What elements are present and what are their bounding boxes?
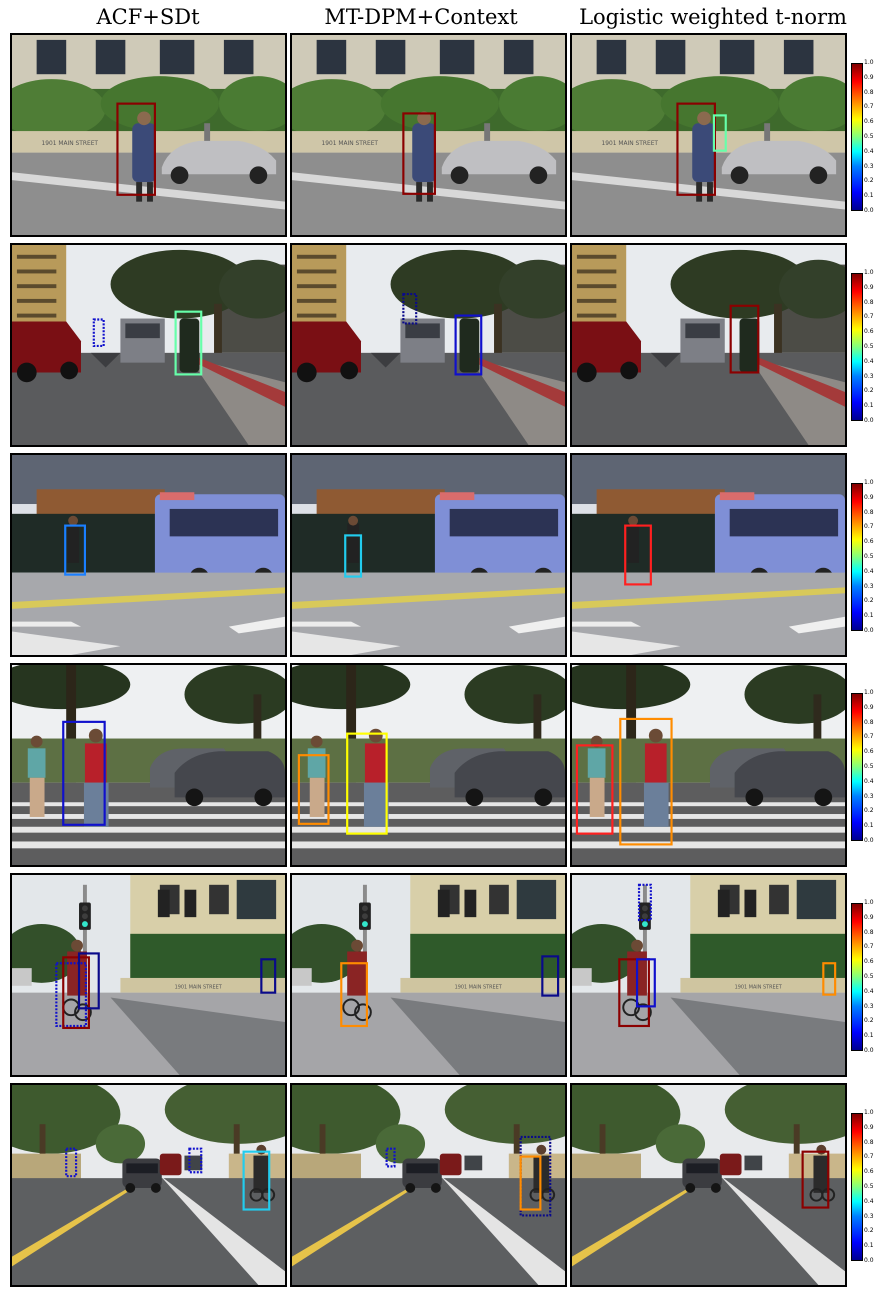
svg-text:1901 MAIN STREET: 1901 MAIN STREET (175, 985, 223, 991)
colorbar-tick: 0.6 (864, 958, 874, 966)
svg-text:1901 MAIN STREET: 1901 MAIN STREET (42, 141, 99, 147)
colorbar-tick: 0.0 (864, 837, 874, 844)
colorbar-tick: 1.0 (864, 59, 874, 66)
colorbar-tick: 0.4 (864, 987, 874, 995)
colorbar-tick: 0.3 (864, 1002, 874, 1010)
detection-frame: 1901 MAIN STREET (570, 33, 847, 237)
column-header: MT-DPM+Context (324, 5, 518, 29)
detection-frame (10, 453, 287, 657)
score-colorbar (851, 63, 863, 211)
colorbar-tick: 0.3 (864, 582, 874, 590)
colorbar-tick: 0.4 (864, 567, 874, 575)
detection-frame (290, 453, 567, 657)
colorbar-tick: 0.1 (864, 402, 874, 410)
colorbar-tick: 0.7 (864, 103, 874, 111)
detection-frame (10, 243, 287, 447)
colorbar-tick: 0.6 (864, 328, 874, 336)
colorbar-tick: 1.0 (864, 689, 874, 696)
colorbar-tick: 0.6 (864, 118, 874, 126)
colorbar-tick: 0.1 (864, 612, 874, 620)
colorbar-tick: 0.0 (864, 1257, 874, 1264)
colorbar-tick: 0.1 (864, 822, 874, 830)
colorbar-tick: 0.0 (864, 417, 874, 424)
svg-text:1901 MAIN STREET: 1901 MAIN STREET (602, 141, 659, 147)
colorbar-tick: 0.5 (864, 553, 874, 560)
colorbar-tick: 0.8 (864, 928, 874, 936)
svg-text:1901 MAIN STREET: 1901 MAIN STREET (322, 141, 379, 147)
colorbar-tick: 0.4 (864, 357, 874, 365)
colorbar-tick: 0.4 (864, 777, 874, 785)
colorbar-tick: 1.0 (864, 899, 874, 906)
score-colorbar (851, 693, 863, 841)
colorbar-tick: 0.2 (864, 387, 874, 395)
colorbar-tick: 1.0 (864, 479, 874, 486)
svg-text:1901 MAIN STREET: 1901 MAIN STREET (735, 985, 783, 991)
colorbar-tick: 0.8 (864, 508, 874, 516)
colorbar-tick: 0.5 (864, 133, 874, 140)
colorbar-tick: 0.8 (864, 88, 874, 96)
detection-frame (10, 663, 287, 867)
detection-frame (290, 243, 567, 447)
detection-frame: 1901 MAIN STREET (290, 873, 567, 1077)
colorbar-tick: 0.0 (864, 627, 874, 634)
colorbar-tick: 0.8 (864, 298, 874, 306)
colorbar-tick: 0.2 (864, 807, 874, 815)
svg-text:1901 MAIN STREET: 1901 MAIN STREET (455, 985, 503, 991)
detection-frame (10, 1083, 287, 1287)
colorbar-tick: 0.6 (864, 538, 874, 546)
colorbar-tick: 0.6 (864, 748, 874, 756)
colorbar-tick: 0.7 (864, 733, 874, 741)
detection-frame (570, 1083, 847, 1287)
colorbar-tick: 0.1 (864, 1032, 874, 1040)
column-header: Logistic weighted t-norm (579, 5, 847, 29)
detection-frame (290, 1083, 567, 1287)
colorbar-tick: 0.9 (864, 73, 874, 81)
colorbar-tick: 0.2 (864, 1017, 874, 1025)
colorbar-tick: 0.9 (864, 1123, 874, 1131)
column-header: ACF+SDt (96, 5, 200, 29)
colorbar-tick: 0.8 (864, 1138, 874, 1146)
colorbar-tick: 0.0 (864, 1047, 874, 1054)
colorbar-tick: 0.9 (864, 913, 874, 921)
colorbar-tick: 0.3 (864, 162, 874, 170)
colorbar-tick: 1.0 (864, 1109, 874, 1116)
detection-frame: 1901 MAIN STREET (570, 873, 847, 1077)
score-colorbar (851, 483, 863, 631)
colorbar-tick: 0.1 (864, 192, 874, 200)
score-colorbar (851, 273, 863, 421)
score-colorbar (851, 1113, 863, 1261)
colorbar-tick: 0.5 (864, 343, 874, 350)
colorbar-tick: 0.8 (864, 718, 874, 726)
detection-frame (570, 663, 847, 867)
colorbar-tick: 0.7 (864, 943, 874, 951)
colorbar-tick: 0.7 (864, 523, 874, 531)
colorbar-tick: 0.9 (864, 493, 874, 501)
colorbar-tick: 0.4 (864, 147, 874, 155)
colorbar-tick: 0.5 (864, 1183, 874, 1190)
colorbar-tick: 0.2 (864, 1227, 874, 1235)
colorbar-tick: 0.3 (864, 792, 874, 800)
score-colorbar (851, 903, 863, 1051)
colorbar-tick: 0.2 (864, 597, 874, 605)
colorbar-tick: 0.9 (864, 283, 874, 291)
detection-frame: 1901 MAIN STREET (290, 33, 567, 237)
colorbar-tick: 0.5 (864, 973, 874, 980)
detection-frame (290, 663, 567, 867)
colorbar-tick: 0.2 (864, 177, 874, 185)
colorbar-tick: 0.3 (864, 372, 874, 380)
colorbar-tick: 0.3 (864, 1212, 874, 1220)
colorbar-tick: 0.7 (864, 1153, 874, 1161)
colorbar-tick: 0.6 (864, 1168, 874, 1176)
detection-frame: 1901 MAIN STREET (10, 873, 287, 1077)
colorbar-tick: 0.9 (864, 703, 874, 711)
colorbar-tick: 0.7 (864, 313, 874, 321)
detection-frame (570, 243, 847, 447)
colorbar-tick: 1.0 (864, 269, 874, 276)
colorbar-tick: 0.5 (864, 763, 874, 770)
detection-frame (570, 453, 847, 657)
colorbar-tick: 0.0 (864, 207, 874, 214)
detection-frame: 1901 MAIN STREET (10, 33, 287, 237)
colorbar-tick: 0.4 (864, 1197, 874, 1205)
colorbar-tick: 0.1 (864, 1242, 874, 1250)
